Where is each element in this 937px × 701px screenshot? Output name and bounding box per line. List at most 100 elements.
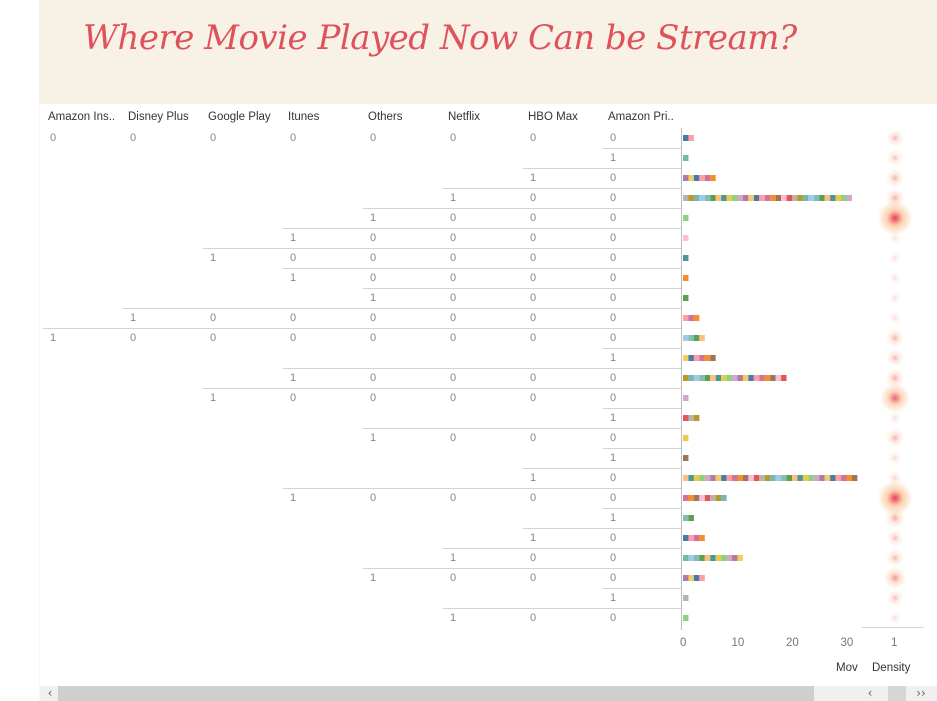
movie-bar-segment[interactable]: [841, 475, 847, 481]
movie-bar-segment[interactable]: [683, 575, 689, 581]
movie-bar-segment[interactable]: [683, 175, 689, 181]
movie-bar-segment[interactable]: [721, 375, 727, 381]
density-mark[interactable]: [883, 566, 907, 590]
movie-bar-segment[interactable]: [688, 375, 694, 381]
movie-bar-segment[interactable]: [721, 195, 727, 201]
movie-bar-segment[interactable]: [683, 415, 689, 421]
movie-bar-segment[interactable]: [699, 535, 705, 541]
movie-bar-segment[interactable]: [704, 475, 711, 481]
movie-bar-segment[interactable]: [693, 575, 700, 581]
movie-bar-segment[interactable]: [688, 135, 694, 141]
density-mark[interactable]: [886, 529, 904, 547]
movie-bar-segment[interactable]: [699, 355, 705, 361]
movie-bar-segment[interactable]: [693, 315, 700, 321]
movie-bar-segment[interactable]: [830, 475, 836, 481]
movie-bar-segment[interactable]: [683, 455, 689, 461]
density-mark[interactable]: [888, 271, 902, 285]
movie-bar-segment[interactable]: [699, 575, 705, 581]
movie-bar-segment[interactable]: [737, 195, 743, 201]
movie-bar-segment[interactable]: [683, 195, 689, 201]
movie-bar-segment[interactable]: [748, 375, 754, 381]
movie-bar-segment[interactable]: [688, 415, 694, 421]
movie-bar-segment[interactable]: [792, 475, 798, 481]
movie-bar-segment[interactable]: [764, 475, 771, 481]
movie-bar-segment[interactable]: [699, 175, 705, 181]
movie-bar-segment[interactable]: [797, 475, 803, 481]
movie-bar-segment[interactable]: [710, 195, 716, 201]
movie-bar-segment[interactable]: [824, 475, 831, 481]
movie-bar-segment[interactable]: [704, 355, 711, 361]
movie-bar-segment[interactable]: [781, 375, 787, 381]
movie-bar-segment[interactable]: [699, 475, 705, 481]
movie-bar-segment[interactable]: [683, 255, 689, 261]
density-mark[interactable]: [888, 311, 902, 325]
movie-bar-segment[interactable]: [748, 195, 754, 201]
density-mark[interactable]: [886, 589, 904, 607]
movie-bar-segment[interactable]: [693, 475, 700, 481]
movie-bar-segment[interactable]: [770, 375, 776, 381]
scrollbar-thumb[interactable]: [58, 686, 814, 701]
movie-bar-segment[interactable]: [835, 475, 842, 481]
movie-bar-segment[interactable]: [688, 535, 694, 541]
movie-bar-segment[interactable]: [846, 195, 852, 201]
movie-bar-segment[interactable]: [726, 375, 733, 381]
movie-bar-segment[interactable]: [764, 375, 771, 381]
movie-bar-segment[interactable]: [726, 195, 733, 201]
movie-bar-segment[interactable]: [770, 195, 776, 201]
movie-bar-segment[interactable]: [693, 175, 700, 181]
movie-bar-segment[interactable]: [726, 555, 733, 561]
movie-bar-segment[interactable]: [683, 475, 689, 481]
movie-bar-segment[interactable]: [824, 195, 831, 201]
movie-bar-segment[interactable]: [710, 355, 716, 361]
movie-bar-segment[interactable]: [710, 475, 716, 481]
movie-bar-segment[interactable]: [693, 415, 700, 421]
movie-bar-segment[interactable]: [715, 375, 722, 381]
movie-bar-segment[interactable]: [797, 195, 803, 201]
density-mark[interactable]: [888, 451, 902, 465]
movie-bar-segment[interactable]: [715, 555, 722, 561]
density-mark[interactable]: [886, 549, 904, 567]
movie-bar-segment[interactable]: [732, 555, 738, 561]
movie-bar-segment[interactable]: [846, 475, 852, 481]
movie-bar-segment[interactable]: [683, 275, 689, 281]
density-mark[interactable]: [888, 411, 902, 425]
density-mark[interactable]: [886, 129, 904, 147]
scroll-next-icon[interactable]: ››: [910, 686, 932, 701]
movie-bar-segment[interactable]: [830, 195, 836, 201]
movie-bar-segment[interactable]: [753, 475, 760, 481]
density-mark[interactable]: [885, 328, 905, 348]
movie-bar-segment[interactable]: [693, 375, 700, 381]
movie-bar-segment[interactable]: [683, 135, 689, 141]
movie-bar-segment[interactable]: [710, 555, 716, 561]
movie-bar-segment[interactable]: [802, 195, 809, 201]
movie-bar-segment[interactable]: [683, 615, 689, 621]
movie-bar-segment[interactable]: [759, 195, 765, 201]
movie-bar-segment[interactable]: [688, 195, 694, 201]
movie-bar-segment[interactable]: [688, 495, 694, 501]
density-mark[interactable]: [884, 507, 906, 529]
density-mark[interactable]: [888, 291, 902, 305]
movie-bar-segment[interactable]: [737, 475, 743, 481]
movie-bar-segment[interactable]: [683, 215, 689, 221]
movie-bar-segment[interactable]: [688, 575, 694, 581]
movie-bar-segment[interactable]: [813, 195, 820, 201]
movie-bar-segment[interactable]: [693, 195, 700, 201]
movie-bar-segment[interactable]: [742, 375, 749, 381]
movie-bar-segment[interactable]: [781, 195, 787, 201]
movie-bar-segment[interactable]: [688, 175, 694, 181]
movie-bar-segment[interactable]: [808, 475, 814, 481]
density-mark[interactable]: [888, 231, 902, 245]
density-mark[interactable]: [886, 349, 904, 367]
density-mark[interactable]: [885, 168, 905, 188]
movie-bar-segment[interactable]: [699, 555, 705, 561]
movie-bar-segment[interactable]: [775, 195, 782, 201]
movie-bar-segment[interactable]: [764, 195, 771, 201]
movie-bar-segment[interactable]: [710, 375, 716, 381]
movie-bar-segment[interactable]: [742, 475, 749, 481]
movie-bar-segment[interactable]: [683, 355, 689, 361]
scroll-prev-icon[interactable]: ‹: [862, 686, 878, 701]
movie-bar-segment[interactable]: [732, 375, 738, 381]
movie-bar-segment[interactable]: [683, 495, 689, 501]
movie-bar-segment[interactable]: [726, 475, 733, 481]
scroll-position-block[interactable]: [888, 686, 906, 701]
